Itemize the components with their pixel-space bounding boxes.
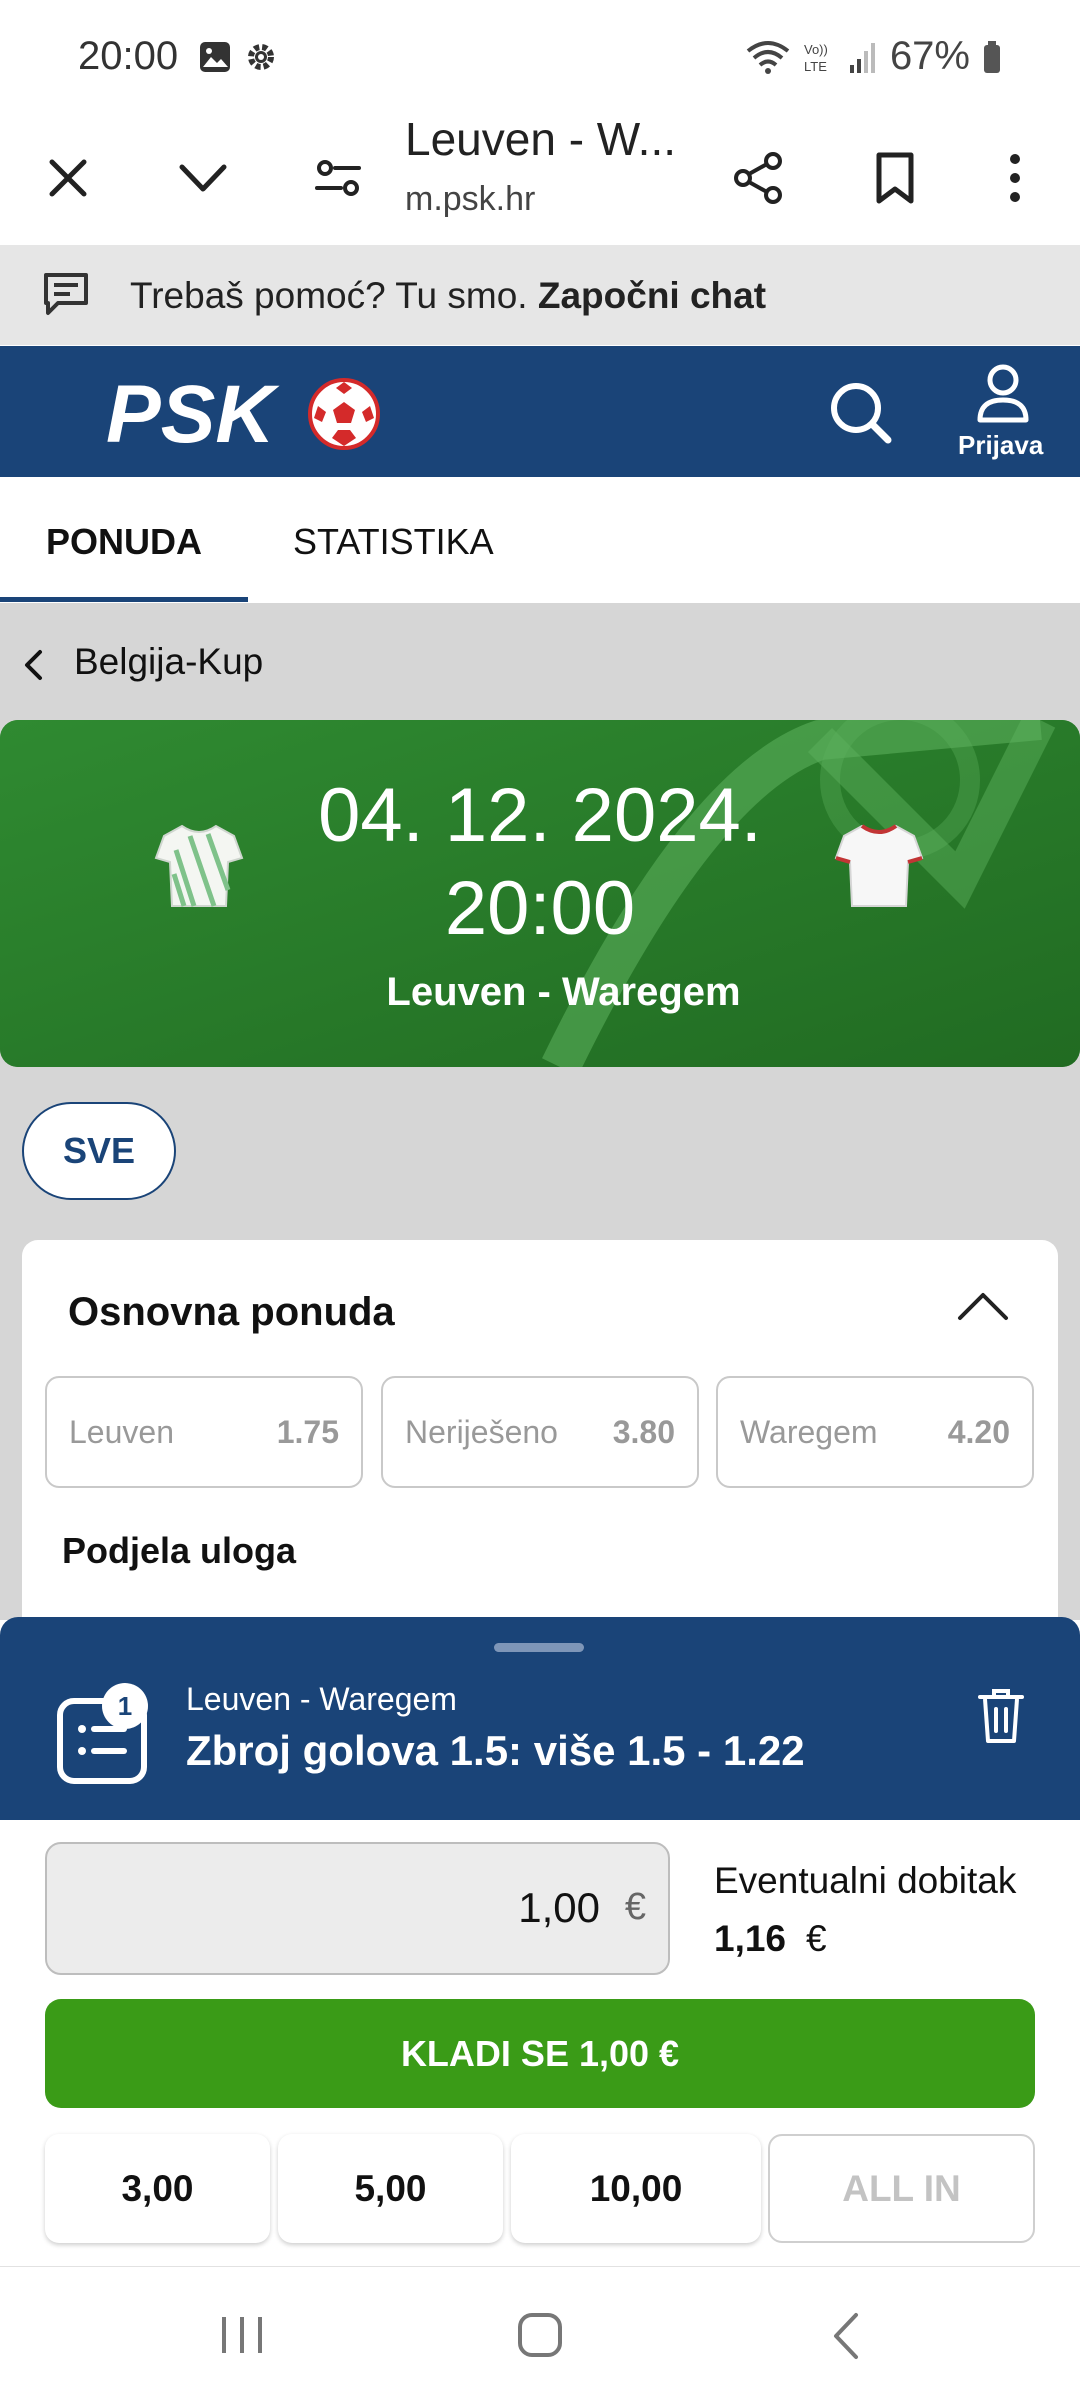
chevron-up-icon[interactable] <box>956 1290 1010 1322</box>
quick-stake-button[interactable]: 3,00 <box>45 2134 270 2243</box>
close-tab-button[interactable] <box>28 138 108 218</box>
potential-win-label: Eventualni dobitak <box>714 1860 1017 1901</box>
stake-value: 1,00 <box>518 1884 600 1931</box>
tune-icon <box>315 160 361 196</box>
help-bar[interactable]: Trebaš pomoć? Tu smo. Započni chat <box>0 245 1080 345</box>
match-hero: 04. 12. 2024. 20:00 Leuven - Waregem <box>0 720 1080 1067</box>
wifi-icon <box>746 40 790 74</box>
status-time: 20:00 <box>78 34 179 78</box>
share-button[interactable] <box>718 138 798 218</box>
page-title: Leuven - W... <box>405 113 677 165</box>
drag-handle[interactable] <box>494 1643 584 1652</box>
potential-win-value: 1,16 <box>714 1918 787 1959</box>
logo-text: PSK <box>106 369 280 458</box>
odd-value: 1.75 <box>276 1414 339 1450</box>
bet-slip-header[interactable]: 1 Leuven - Waregem Zbroj golova 1.5: viš… <box>0 1617 1080 1820</box>
chevron-down-icon <box>179 164 227 192</box>
home-icon[interactable] <box>516 2311 564 2359</box>
battery-icon <box>984 40 1000 73</box>
stake-currency: € <box>624 1886 646 1928</box>
breadcrumb-label: Belgija-Kup <box>74 641 264 682</box>
settings-notification-icon <box>248 44 274 70</box>
all-in-button[interactable]: ALL IN <box>768 2134 1035 2243</box>
page-url[interactable]: m.psk.hr <box>405 180 535 219</box>
site-header: PSK Prijava <box>0 346 1080 477</box>
more-options-button[interactable] <box>975 138 1055 218</box>
odd-draw-button[interactable]: Neriješeno 3.80 <box>381 1376 699 1488</box>
more-vert-icon <box>1010 154 1020 202</box>
odd-home-button[interactable]: Leuven 1.75 <box>45 1376 363 1488</box>
volte-icon: Vo)) LTE <box>804 42 828 74</box>
back-icon[interactable] <box>828 2311 864 2361</box>
search-icon <box>831 383 892 444</box>
tab-bar: PONUDA STATISTIKA <box>0 477 1080 603</box>
system-nav-bar <box>0 2266 1080 2400</box>
close-icon <box>49 159 87 197</box>
odd-label: Neriješeno <box>405 1414 558 1450</box>
stake-area: 1,00 € Eventualni dobitak 1,16 € KLADI S… <box>0 1820 1080 2266</box>
start-chat-link[interactable]: Započni chat <box>538 275 766 316</box>
odd-value: 4.20 <box>947 1414 1010 1450</box>
login-label: Prijava <box>958 430 1044 460</box>
section-title[interactable]: Podjela uloga <box>62 1530 296 1572</box>
help-text: Trebaš pomoć? Tu smo. Započni chat <box>130 275 766 317</box>
match-teams: Leuven - Waregem <box>386 970 741 1014</box>
odd-value: 3.80 <box>612 1414 675 1450</box>
bookmark-icon <box>876 152 914 204</box>
chat-icon <box>44 273 88 315</box>
psk-logo[interactable]: PSK <box>106 368 382 460</box>
share-icon <box>734 152 782 204</box>
site-settings-button[interactable] <box>298 138 378 218</box>
bookmark-button[interactable] <box>855 138 935 218</box>
quick-stake-button[interactable]: 10,00 <box>511 2134 761 2243</box>
bet-count-badge: 1 <box>102 1683 148 1729</box>
image-notification-icon <box>200 42 230 72</box>
market-title: Osnovna ponuda <box>68 1290 395 1334</box>
odd-away-button[interactable]: Waregem 4.20 <box>716 1376 1034 1488</box>
place-bet-button[interactable]: KLADI SE 1,00 € <box>45 1999 1035 2108</box>
slip-match: Leuven - Waregem <box>186 1681 457 1717</box>
trash-icon[interactable] <box>978 1687 1024 1745</box>
search-button[interactable] <box>822 374 898 450</box>
tab-ponuda[interactable]: PONUDA <box>46 521 202 563</box>
svg-text:Vo)): Vo)) <box>804 42 828 57</box>
odd-label: Leuven <box>69 1414 174 1450</box>
quick-stake-button[interactable]: 5,00 <box>278 2134 503 2243</box>
filter-all-button[interactable]: SVE <box>22 1102 176 1200</box>
status-bar: 20:00 Vo)) LTE 67% <box>0 0 1080 110</box>
user-icon <box>977 364 1029 423</box>
tab-statistika[interactable]: STATISTIKA <box>293 521 494 563</box>
help-question: Trebaš pomoć? Tu smo. <box>130 275 528 316</box>
potential-win-currency: € <box>806 1918 827 1959</box>
logo-image: PSK <box>106 369 380 460</box>
signal-icon <box>849 42 875 73</box>
stake-input[interactable]: 1,00 € <box>45 1842 670 1975</box>
status-right: Vo)) LTE 67% <box>746 34 1002 79</box>
slip-selection: Zbroj golova 1.5: više 1.5 - 1.22 <box>186 1727 805 1774</box>
breadcrumb[interactable]: Belgija-Kup <box>16 639 376 689</box>
collapse-button[interactable] <box>163 138 243 218</box>
battery-percent: 67% <box>889 34 970 78</box>
chevron-left-icon <box>25 650 42 680</box>
active-tab-indicator <box>0 597 248 602</box>
market-card: Osnovna ponuda Leuven 1.75 Neriješeno 3.… <box>22 1240 1058 1640</box>
match-date: 04. 12. 2024. <box>318 773 762 858</box>
odd-label: Waregem <box>740 1414 878 1450</box>
svg-text:LTE: LTE <box>804 59 827 74</box>
recent-apps-icon[interactable] <box>218 2313 266 2357</box>
match-time: 20:00 <box>444 866 636 951</box>
